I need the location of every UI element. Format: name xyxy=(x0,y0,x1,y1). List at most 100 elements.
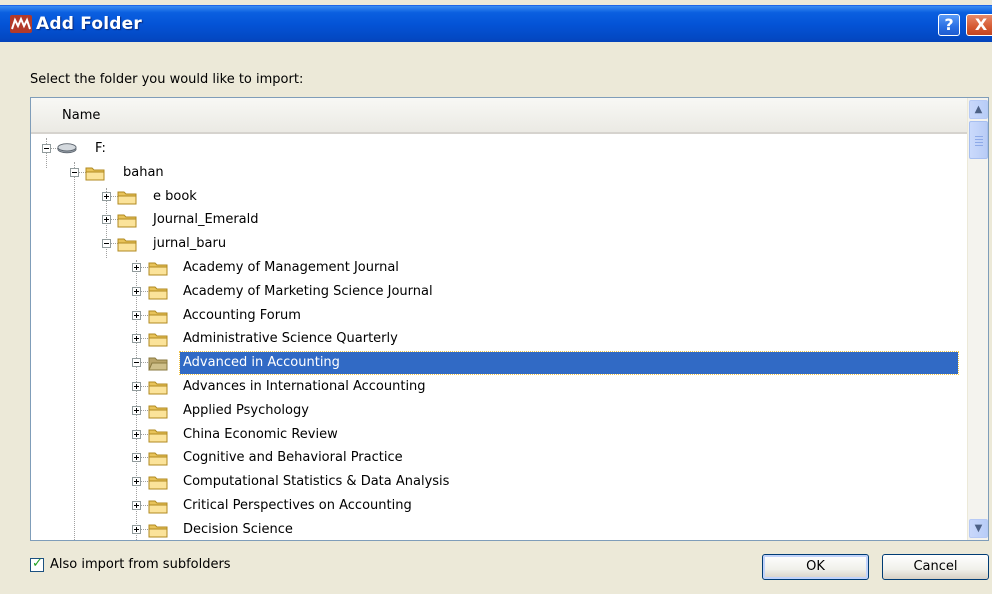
chevron-up-icon: ▲ xyxy=(974,104,983,115)
tree-item[interactable]: Critical Perspectives on Accounting xyxy=(31,495,961,517)
column-header-label: Name xyxy=(62,108,101,123)
tree-item[interactable]: Cognitive and Behavioral Practice xyxy=(31,447,961,469)
tree-item-label[interactable]: Journal_Emerald xyxy=(150,209,262,231)
dialog-body: Select the folder you would like to impo… xyxy=(0,42,992,594)
app-logo-icon xyxy=(10,15,32,33)
instruction-text: Select the folder you would like to impo… xyxy=(30,72,304,87)
tree-item-label[interactable]: Accounting Forum xyxy=(180,305,304,327)
tree-branch-line xyxy=(140,290,148,292)
scroll-down-button[interactable]: ▼ xyxy=(969,519,988,538)
folder-icon xyxy=(148,379,168,395)
checkmark-icon: ✓ xyxy=(32,556,43,571)
tree-item[interactable]: Administrative Science Quarterly xyxy=(31,328,961,350)
tree-item-label[interactable]: F: xyxy=(92,138,109,160)
expand-icon[interactable] xyxy=(102,215,111,225)
tree-branch-line xyxy=(140,362,148,364)
folder-icon xyxy=(85,165,105,181)
tree-item-label[interactable]: Academy of Marketing Science Journal xyxy=(180,281,436,303)
collapse-icon[interactable] xyxy=(70,167,79,177)
tree-item[interactable]: bahan xyxy=(31,162,961,184)
scroll-thumb[interactable] xyxy=(969,121,988,159)
folder-icon xyxy=(148,522,168,538)
tree-item[interactable]: Applied Psychology xyxy=(31,400,961,422)
folder-tree[interactable]: Name F: bahan e book Journal_Emerald jurnal_… xyxy=(30,97,989,541)
tree-item-label[interactable]: e book xyxy=(150,186,200,208)
folder-icon xyxy=(148,331,168,347)
column-header-name[interactable]: Name xyxy=(31,98,967,134)
tree-branch-line xyxy=(140,505,148,506)
folder-icon xyxy=(148,308,168,324)
tree-item[interactable]: e book xyxy=(31,186,961,208)
tree-item-label[interactable]: Computational Statistics & Data Analysis xyxy=(180,471,452,493)
collapse-icon[interactable] xyxy=(132,358,141,368)
tree-item[interactable]: F: xyxy=(31,138,961,160)
tree-item-label[interactable]: Critical Perspectives on Accounting xyxy=(180,495,415,517)
tree-item[interactable]: China Economic Review xyxy=(31,424,961,446)
expand-icon[interactable] xyxy=(132,477,141,487)
tree-branch-line xyxy=(140,409,148,411)
tree-item-label[interactable]: bahan xyxy=(120,162,167,184)
folder-icon xyxy=(117,189,137,205)
expand-icon[interactable] xyxy=(132,453,141,463)
tree-branch-line xyxy=(140,314,148,316)
window-title: Add Folder xyxy=(36,14,142,34)
title-bar[interactable]: Add Folder ? X xyxy=(0,5,992,43)
folder-icon xyxy=(148,284,168,300)
folder-icon xyxy=(148,450,168,466)
tree-item-label[interactable]: Advances in International Accounting xyxy=(180,376,429,398)
tree-branch-line xyxy=(140,457,148,459)
expand-icon[interactable] xyxy=(132,405,141,415)
tree-branch-line xyxy=(140,433,148,435)
expand-icon[interactable] xyxy=(132,334,141,344)
expand-icon[interactable] xyxy=(132,310,141,320)
tree-item[interactable]: Advanced in Accounting xyxy=(31,351,961,376)
subfolders-checkbox[interactable]: ✓ xyxy=(30,556,44,572)
tree-item[interactable]: Computational Statistics & Data Analysis xyxy=(31,471,961,493)
expand-icon[interactable] xyxy=(102,191,111,201)
collapse-icon[interactable] xyxy=(42,144,51,153)
expand-icon[interactable] xyxy=(132,286,141,296)
expand-icon[interactable] xyxy=(132,382,141,391)
tree-item[interactable]: Academy of Marketing Science Journal xyxy=(31,281,961,303)
expand-icon[interactable] xyxy=(132,524,141,534)
folder-icon xyxy=(148,498,168,514)
cancel-button[interactable]: Cancel xyxy=(882,554,989,580)
tree-item-label[interactable]: jurnal_baru xyxy=(150,233,229,255)
tree-item-label[interactable]: Applied Psychology xyxy=(180,400,312,422)
subfolders-label[interactable]: Also import from subfolders xyxy=(50,557,231,572)
tree-item[interactable]: Decision Science xyxy=(31,519,961,540)
tree-branch-line xyxy=(140,338,148,340)
help-button[interactable]: ? xyxy=(938,14,960,36)
tree-branch-line xyxy=(140,528,148,530)
expand-icon[interactable] xyxy=(132,263,141,272)
vertical-scrollbar[interactable]: ▲ ▼ xyxy=(967,98,988,540)
ok-button[interactable]: OK xyxy=(762,554,869,580)
folder-icon xyxy=(148,427,168,443)
tree-item[interactable]: jurnal_baru xyxy=(31,233,961,255)
tree-item[interactable]: Advances in International Accounting xyxy=(31,376,961,398)
folder-icon xyxy=(148,474,168,490)
close-button[interactable]: X xyxy=(966,14,992,36)
expand-icon[interactable] xyxy=(132,429,141,439)
folder-icon xyxy=(117,236,137,252)
tree-item-label[interactable]: Academy of Management Journal xyxy=(180,257,402,279)
scroll-up-button[interactable]: ▲ xyxy=(969,100,988,119)
tree-item-label[interactable]: Decision Science xyxy=(180,519,296,540)
tree-item-label[interactable]: China Economic Review xyxy=(180,424,341,446)
tree-branch-line xyxy=(140,267,148,268)
folder-icon xyxy=(148,260,168,276)
chevron-down-icon: ▼ xyxy=(974,523,983,534)
tree-item-label[interactable]: Cognitive and Behavioral Practice xyxy=(180,447,406,469)
expand-icon[interactable] xyxy=(132,501,141,510)
tree-item-label[interactable]: Advanced in Accounting xyxy=(179,351,959,376)
tree-item[interactable]: Academy of Management Journal xyxy=(31,257,961,279)
tree-item[interactable]: Accounting Forum xyxy=(31,305,961,327)
folder-open-icon xyxy=(148,355,168,371)
tree-branch-line xyxy=(140,481,148,483)
folder-icon xyxy=(148,403,168,419)
tree-item[interactable]: Journal_Emerald xyxy=(31,209,961,231)
tree-branch-line xyxy=(140,386,148,387)
tree-item-label[interactable]: Administrative Science Quarterly xyxy=(180,328,401,350)
collapse-icon[interactable] xyxy=(102,239,111,249)
drive-icon xyxy=(57,141,77,157)
